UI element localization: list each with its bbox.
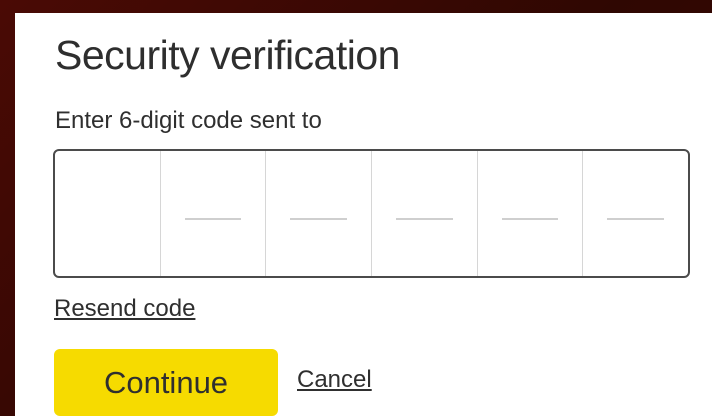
security-verification-dialog: Security verification Enter 6-digit code… — [15, 13, 712, 416]
otp-placeholder-dash — [607, 218, 665, 220]
otp-placeholder-dash — [501, 218, 559, 220]
otp-digit-5[interactable] — [478, 151, 584, 276]
otp-digit-4[interactable] — [372, 151, 478, 276]
otp-digit-6[interactable] — [583, 151, 688, 276]
otp-placeholder-dash — [184, 218, 242, 220]
otp-input-group — [53, 149, 690, 278]
otp-digit-1[interactable] — [55, 151, 161, 276]
continue-button[interactable]: Continue — [54, 349, 278, 416]
otp-digit-2[interactable] — [161, 151, 267, 276]
resend-code-link[interactable]: Resend code — [54, 297, 195, 321]
otp-placeholder-dash — [396, 218, 453, 220]
otp-placeholder-dash — [290, 218, 348, 220]
code-instruction: Enter 6-digit code sent to — [55, 107, 322, 134]
cancel-link[interactable]: Cancel — [297, 368, 372, 392]
dialog-title: Security verification — [55, 32, 400, 78]
otp-digit-3[interactable] — [266, 151, 373, 276]
